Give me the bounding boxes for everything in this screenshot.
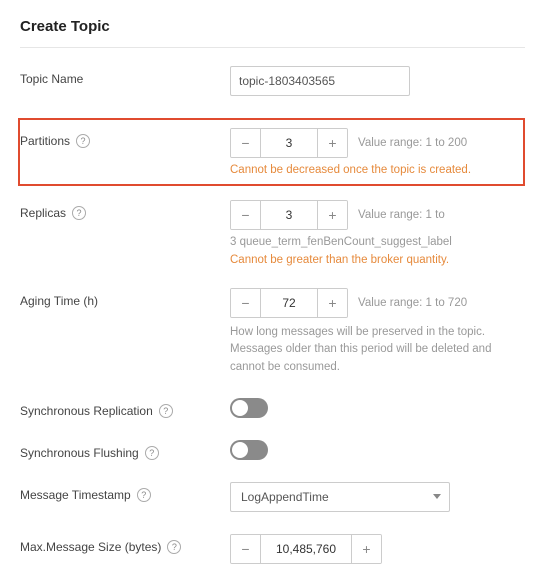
partitions-range: Value range: 1 to 200 bbox=[358, 137, 467, 149]
aging-desc: How long messages will be preserved in t… bbox=[230, 324, 525, 376]
page-title: Create Topic bbox=[20, 18, 525, 35]
label-msg-timestamp: Message Timestamp bbox=[20, 488, 131, 502]
aging-increment[interactable]: + bbox=[317, 289, 347, 317]
row-msg-timestamp: Message Timestamp ? LogAppendTime bbox=[20, 482, 525, 512]
max-msg-size-increment[interactable]: + bbox=[351, 535, 381, 563]
help-icon[interactable]: ? bbox=[76, 134, 90, 148]
label-sync-flushing: Synchronous Flushing bbox=[20, 446, 139, 460]
help-icon[interactable]: ? bbox=[159, 404, 173, 418]
label-aging: Aging Time (h) bbox=[20, 294, 98, 308]
label-topic-name: Topic Name bbox=[20, 72, 83, 86]
row-max-msg-size: Max.Message Size (bytes) ? − + bbox=[20, 534, 525, 564]
row-sync-flushing: Synchronous Flushing ? bbox=[20, 440, 525, 460]
partitions-decrement[interactable]: − bbox=[231, 129, 261, 157]
label-partitions: Partitions bbox=[20, 134, 70, 148]
replicas-range: Value range: 1 to bbox=[358, 209, 445, 221]
partitions-increment[interactable]: + bbox=[317, 129, 347, 157]
chevron-down-icon bbox=[433, 494, 441, 499]
replicas-value[interactable] bbox=[261, 201, 317, 229]
sync-flushing-toggle[interactable] bbox=[230, 440, 268, 460]
aging-stepper: − + bbox=[230, 288, 348, 318]
row-topic-name: Topic Name bbox=[20, 66, 525, 96]
replicas-decrement[interactable]: − bbox=[231, 201, 261, 229]
row-replicas: Replicas ? − + Value range: 1 to 3 queue… bbox=[20, 200, 525, 266]
partitions-stepper: − + bbox=[230, 128, 348, 158]
label-max-msg-size: Max.Message Size (bytes) bbox=[20, 540, 161, 554]
max-msg-size-value[interactable] bbox=[261, 535, 351, 563]
sync-replication-toggle[interactable] bbox=[230, 398, 268, 418]
aging-range: Value range: 1 to 720 bbox=[358, 297, 467, 309]
row-sync-replication: Synchronous Replication ? bbox=[20, 398, 525, 418]
msg-timestamp-select[interactable]: LogAppendTime bbox=[230, 482, 450, 512]
aging-value[interactable] bbox=[261, 289, 317, 317]
help-icon[interactable]: ? bbox=[145, 446, 159, 460]
replicas-sublabel: 3 queue_term_fenBenCount_suggest_label bbox=[230, 236, 525, 248]
max-msg-size-decrement[interactable]: − bbox=[231, 535, 261, 563]
row-partitions: Partitions ? − + Value range: 1 to 200 C… bbox=[18, 118, 525, 186]
label-replicas: Replicas bbox=[20, 206, 66, 220]
partitions-warning: Cannot be decreased once the topic is cr… bbox=[230, 164, 519, 176]
partitions-value[interactable] bbox=[261, 129, 317, 157]
help-icon[interactable]: ? bbox=[72, 206, 86, 220]
aging-decrement[interactable]: − bbox=[231, 289, 261, 317]
row-aging: Aging Time (h) − + Value range: 1 to 720… bbox=[20, 288, 525, 376]
help-icon[interactable]: ? bbox=[167, 540, 181, 554]
help-icon[interactable]: ? bbox=[137, 488, 151, 502]
msg-timestamp-value: LogAppendTime bbox=[241, 490, 329, 504]
replicas-increment[interactable]: + bbox=[317, 201, 347, 229]
max-msg-size-stepper: − + bbox=[230, 534, 382, 564]
label-sync-replication: Synchronous Replication bbox=[20, 404, 153, 418]
topic-name-input[interactable] bbox=[230, 66, 410, 96]
replicas-stepper: − + bbox=[230, 200, 348, 230]
divider bbox=[20, 47, 525, 48]
replicas-warning: Cannot be greater than the broker quanti… bbox=[230, 254, 525, 266]
